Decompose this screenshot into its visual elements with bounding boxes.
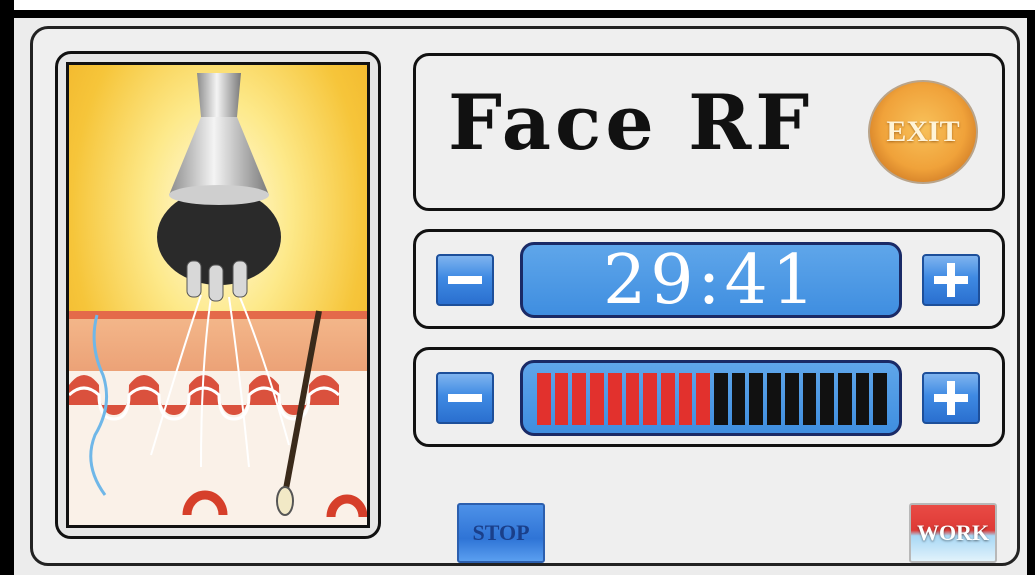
level-segment (714, 373, 728, 425)
level-segment (731, 373, 746, 425)
timer-panel: 29:41 (413, 229, 1005, 329)
bezel-left-edge (0, 10, 14, 575)
rf-probe-skin-illustration (69, 65, 367, 525)
bezel-top-edge (0, 10, 1035, 18)
level-segment (678, 373, 693, 425)
timer-display: 29:41 (520, 240, 902, 320)
timer-increase-button[interactable] (922, 254, 980, 306)
treatment-illustration-frame (55, 51, 381, 539)
exit-button[interactable]: EXIT (868, 80, 978, 184)
treatment-illustration (66, 62, 370, 528)
probe-electrode (232, 260, 248, 298)
level-segment (660, 373, 675, 425)
work-button[interactable]: WORK (909, 503, 997, 563)
level-segment (625, 373, 640, 425)
main-frame: Face RF EXIT 29:41 STOP WORK (30, 26, 1020, 566)
level-segment (749, 373, 764, 425)
bezel-corner (0, 0, 14, 10)
probe-tip (197, 73, 241, 117)
intensity-decrease-button[interactable] (436, 372, 494, 424)
plus-icon (934, 263, 968, 297)
device-bezel: Face RF EXIT 29:41 STOP WORK (0, 0, 1035, 575)
intensity-display (520, 360, 902, 436)
probe-collar (169, 185, 269, 205)
timer-decrease-button[interactable] (436, 254, 494, 306)
intensity-increase-button[interactable] (922, 372, 980, 424)
minus-icon (448, 263, 482, 297)
bezel-right-edge (1027, 10, 1035, 575)
page-title: Face RF (448, 78, 814, 167)
level-segment (643, 373, 657, 425)
stop-button[interactable]: STOP (457, 503, 545, 563)
probe-electrode (208, 264, 224, 302)
level-segment (572, 373, 587, 425)
level-segment (873, 373, 888, 425)
level-segment (537, 373, 551, 425)
level-segment (784, 373, 799, 425)
level-segment (554, 373, 569, 425)
skin-surface-line (69, 311, 367, 319)
level-segment (607, 373, 622, 425)
hair-bulb (276, 486, 294, 516)
level-segment (696, 373, 711, 425)
intensity-panel (413, 347, 1005, 447)
level-segment (855, 373, 870, 425)
minus-icon (448, 381, 482, 415)
level-segment (820, 373, 834, 425)
probe-electrode (186, 260, 202, 298)
level-segment (590, 373, 604, 425)
intensity-level-bar (537, 373, 888, 425)
plus-icon (934, 381, 968, 415)
epidermis-layer (69, 311, 367, 371)
level-segment (767, 373, 781, 425)
level-segment (837, 373, 852, 425)
title-panel: Face RF EXIT (413, 53, 1005, 211)
touch-screen: Face RF EXIT 29:41 STOP WORK (14, 18, 1027, 575)
level-segment (802, 373, 817, 425)
timer-value: 29:41 (603, 240, 819, 320)
